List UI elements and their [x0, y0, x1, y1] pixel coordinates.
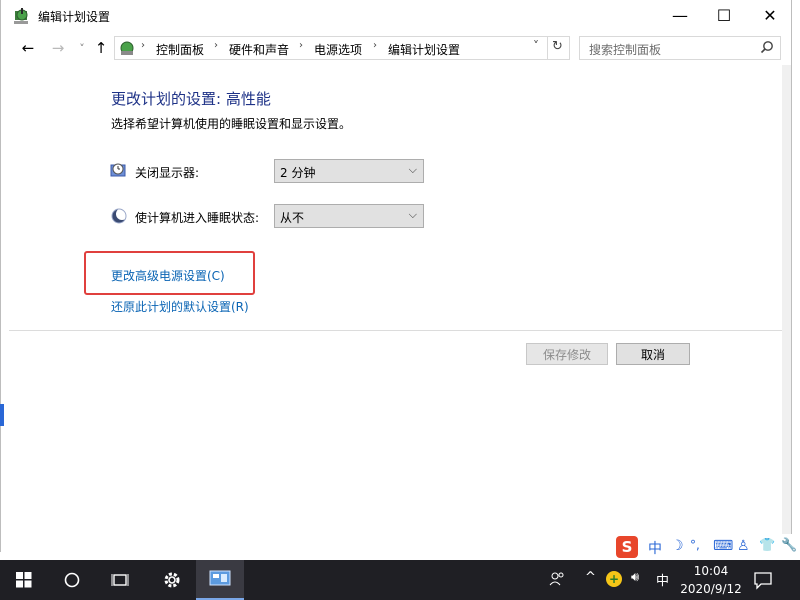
minimize-button[interactable]: — [657, 0, 703, 31]
control-panel-taskbar-icon[interactable] [196, 560, 244, 600]
address-bar[interactable]: › 控制面板 › 硬件和声音 › 电源选项 › 编辑计划设置 ˅ ↻ [114, 36, 570, 60]
up-arrow-icon[interactable]: ↑ [92, 39, 110, 57]
breadcrumb-separator: › [299, 40, 303, 51]
search-input[interactable]: 搜索控制面板 [589, 41, 661, 58]
breadcrumb-separator: › [141, 40, 145, 51]
save-changes-button[interactable]: 保存修改 [526, 343, 608, 365]
breadcrumb-edit-plan[interactable]: 编辑计划设置 [388, 41, 460, 58]
breadcrumb-separator: › [373, 40, 377, 51]
sleep-select[interactable]: 从不 ⌵ [274, 204, 424, 228]
person-icon[interactable]: ♙ [737, 538, 750, 554]
sleep-value: 从不 [280, 211, 305, 225]
ime-language-toggle[interactable]: 中 [648, 538, 662, 558]
settings-gear-icon[interactable] [148, 560, 196, 600]
refresh-icon[interactable]: ↻ [552, 39, 563, 54]
windows-logo-icon [16, 572, 32, 588]
volume-icon[interactable]: 🔊︎ [631, 570, 639, 585]
security-shield-icon[interactable]: + [606, 571, 622, 587]
back-arrow-icon[interactable]: ← [19, 39, 37, 57]
forward-arrow-icon[interactable]: → [49, 39, 67, 57]
wrench-icon[interactable]: 🔧 [781, 538, 797, 553]
cancel-button[interactable]: 取消 [616, 343, 690, 365]
breadcrumb-control-panel[interactable]: 控制面板 [156, 41, 204, 58]
control-panel-icon [118, 39, 136, 57]
address-divider [547, 37, 548, 59]
breadcrumb-hardware-sound[interactable]: 硬件和声音 [229, 41, 289, 58]
recent-locations-icon[interactable]: ˅ [73, 39, 91, 57]
title-bar: 编辑计划设置 — ☐ ✕ [1, 0, 791, 31]
moon-icon[interactable]: ☽ [671, 538, 684, 554]
display-off-select[interactable]: 2 分钟 ⌵ [274, 159, 424, 183]
sleep-moon-icon [110, 207, 128, 225]
search-circle-icon[interactable] [48, 560, 96, 600]
page-subtitle: 选择希望计算机使用的睡眠设置和显示设置。 [111, 117, 352, 131]
ime-toolbar: S 中 ☽ °, ⌨ ♙ 👕 🔧 [613, 534, 800, 560]
power-options-icon [13, 7, 31, 25]
scrollbar[interactable] [782, 65, 791, 552]
clock-date: 2020/9/12 [680, 582, 742, 596]
show-hidden-icons-icon[interactable]: ^ [585, 570, 596, 585]
display-off-value: 2 分钟 [280, 166, 316, 180]
input-language-indicator[interactable]: 中 [656, 570, 669, 589]
clock[interactable]: 10:04 2020/9/12 [680, 562, 742, 598]
page-title: 更改计划的设置: 高性能 [111, 90, 271, 108]
keyboard-icon[interactable]: ⌨ [713, 538, 733, 554]
control-panel-window: 编辑计划设置 — ☐ ✕ ← → ˅ ↑ › 控制面板 › 硬件和声音 › 电源… [0, 0, 792, 553]
close-button[interactable]: ✕ [747, 0, 793, 31]
chevron-down-icon: ⌵ [408, 208, 417, 221]
task-view-icon[interactable] [96, 560, 144, 600]
breadcrumb-power-options[interactable]: 电源选项 [314, 41, 362, 58]
notification-center-icon[interactable] [753, 570, 773, 590]
display-off-label: 关闭显示器: [135, 166, 200, 180]
divider [9, 330, 783, 331]
sogou-logo-icon[interactable]: S [616, 536, 638, 558]
clock-time: 10:04 [693, 564, 729, 578]
start-button[interactable] [0, 560, 48, 600]
advanced-power-settings-link[interactable]: 更改高级电源设置(C) [111, 267, 225, 284]
left-edge-marker [0, 404, 4, 426]
breadcrumb-separator: › [214, 40, 218, 51]
search-icon[interactable] [760, 40, 774, 54]
punctuation-icon[interactable]: °, [690, 538, 700, 552]
window-title: 编辑计划设置 [38, 10, 111, 24]
chevron-down-icon: ⌵ [408, 163, 417, 176]
maximize-button[interactable]: ☐ [701, 0, 747, 31]
search-box[interactable]: 搜索控制面板 [579, 36, 781, 60]
people-icon[interactable] [548, 570, 566, 588]
address-dropdown-icon[interactable]: ˅ [533, 39, 539, 53]
sleep-label: 使计算机进入睡眠状态: [135, 211, 260, 225]
shirt-icon[interactable]: 👕 [759, 538, 775, 553]
display-clock-icon [110, 162, 128, 180]
restore-defaults-link[interactable]: 还原此计划的默认设置(R) [111, 298, 249, 315]
